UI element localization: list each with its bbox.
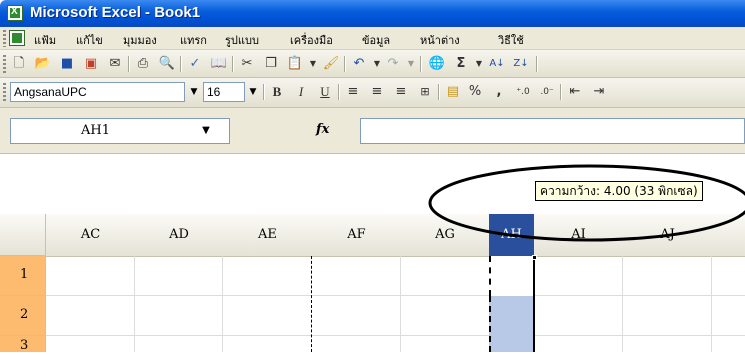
paste-icon[interactable]: 📋 <box>286 55 304 73</box>
redo-icon[interactable]: ↷ <box>384 55 402 73</box>
menu-bar: แฟ้ม แก้ไข มุมมอง แทรก รูปแบบ เครื่องมือ… <box>0 27 745 50</box>
redo-dropdown-icon[interactable]: ▼ <box>402 55 420 73</box>
column-header-next[interactable] <box>712 214 745 257</box>
gridline <box>711 256 712 352</box>
toolbar-separator <box>344 56 346 72</box>
decrease-indent-icon[interactable]: ⇤ <box>566 83 584 101</box>
increase-decimal-icon[interactable]: ⁺.0 <box>514 83 532 101</box>
column-header-ag[interactable]: AG <box>401 214 490 257</box>
menu-grip-handle[interactable] <box>3 30 6 47</box>
chevron-down-icon[interactable]: ▼ <box>247 84 259 100</box>
toolbar-separator <box>263 84 265 100</box>
autosum-icon[interactable]: Σ <box>452 55 470 73</box>
percent-button[interactable]: % <box>466 83 484 101</box>
column-header-af[interactable]: AF <box>312 214 402 257</box>
spelling-icon[interactable]: ✓ <box>186 55 204 73</box>
select-all-corner[interactable] <box>0 214 46 256</box>
print-preview-icon[interactable]: 🔍 <box>158 55 176 73</box>
chevron-down-icon[interactable]: ▼ <box>188 84 200 100</box>
column-header-ai[interactable]: AI <box>534 214 624 257</box>
bold-button[interactable]: B <box>268 83 286 101</box>
cell-ah1[interactable] <box>489 256 535 296</box>
row-header-3[interactable]: 3 <box>0 336 46 353</box>
autosum-dropdown-icon[interactable]: ▼ <box>470 55 488 73</box>
toolbar-separator <box>438 84 440 100</box>
toolbar-separator <box>536 56 538 72</box>
page-break-line <box>311 256 312 352</box>
standard-toolbar: 🗋 📂 ■ ▣ ✉ ⎙ 🔍 ✓ 📖 ✂ ❐ 📋 ▼ 🖌 ↶ ▼ ↷ ▼ 🌐 Σ … <box>0 50 745 78</box>
gridline <box>400 256 401 352</box>
toolbar-separator <box>232 56 234 72</box>
align-right-icon[interactable]: ≡ <box>392 83 410 101</box>
save-icon[interactable]: ■ <box>58 55 76 73</box>
new-icon[interactable]: 🗋 <box>10 55 28 73</box>
formatting-toolbar: AngsanaUPC ▼ 16 ▼ B I U ≡ ≡ ≡ ⊞ ▤ % , ⁺.… <box>0 78 745 108</box>
excel-app-icon[interactable] <box>7 5 23 21</box>
align-center-icon[interactable]: ≡ <box>368 83 386 101</box>
permission-icon[interactable]: ▣ <box>82 55 100 73</box>
menu-data[interactable]: ข้อมูล <box>362 31 390 49</box>
cell-ah2-selection[interactable] <box>489 296 535 352</box>
formula-input[interactable] <box>360 118 745 144</box>
font-name-box[interactable]: AngsanaUPC <box>10 82 185 102</box>
copy-icon[interactable]: ❐ <box>262 55 280 73</box>
decrease-decimal-icon[interactable]: .0⁻ <box>538 83 556 101</box>
open-icon[interactable]: 📂 <box>34 55 52 73</box>
cut-icon[interactable]: ✂ <box>238 55 256 73</box>
column-header-aj[interactable]: AJ <box>623 214 713 257</box>
toolbar-separator <box>128 56 130 72</box>
undo-icon[interactable]: ↶ <box>350 55 368 73</box>
menu-tools[interactable]: เครื่องมือ <box>290 31 333 49</box>
merge-center-icon[interactable]: ⊞ <box>416 83 434 101</box>
print-icon[interactable]: ⎙ <box>134 55 152 73</box>
font-size-box[interactable]: 16 <box>203 82 245 102</box>
toolbar-grip-handle[interactable] <box>3 55 6 73</box>
sort-descending-icon[interactable]: Z↓ <box>512 55 530 73</box>
align-left-icon[interactable]: ≡ <box>344 83 362 101</box>
menu-insert[interactable]: แทรก <box>180 31 207 49</box>
paste-dropdown-icon[interactable]: ▼ <box>304 55 322 73</box>
column-header-ah[interactable]: AH <box>489 214 535 257</box>
column-header-ae[interactable]: AE <box>223 214 313 257</box>
underline-button[interactable]: U <box>316 83 334 101</box>
workbook-icon[interactable] <box>9 30 25 46</box>
row-header-1[interactable]: 1 <box>0 256 46 296</box>
toolbar-separator <box>338 84 340 100</box>
insert-function-icon[interactable]: fx <box>316 122 329 137</box>
sort-ascending-icon[interactable]: A↓ <box>488 55 506 73</box>
email-icon[interactable]: ✉ <box>106 55 124 73</box>
increase-indent-icon[interactable]: ⇥ <box>590 83 608 101</box>
currency-icon[interactable]: ▤ <box>444 83 462 101</box>
toolbar-separator <box>560 84 562 100</box>
menu-view[interactable]: มุมมอง <box>123 31 157 49</box>
format-painter-icon[interactable]: 🖌 <box>322 55 340 73</box>
comma-button[interactable]: , <box>490 83 508 101</box>
menu-help[interactable]: วิธีใช้ <box>498 31 524 49</box>
title-bar: Microsoft Excel - Book1 <box>0 0 745 27</box>
hyperlink-icon[interactable]: 🌐 <box>428 55 446 73</box>
chevron-down-icon[interactable]: ▼ <box>196 122 216 140</box>
toolbar-grip-handle[interactable] <box>3 83 6 101</box>
formula-bar: AH1 ▼ fx <box>0 108 745 154</box>
column-header-ad[interactable]: AD <box>135 214 224 257</box>
gridline <box>46 335 745 336</box>
menu-file[interactable]: แฟ้ม <box>34 31 56 49</box>
menu-window[interactable]: หน้าต่าง <box>420 31 460 49</box>
window-title: Microsoft Excel - Book1 <box>30 4 201 21</box>
menu-edit[interactable]: แก้ไข <box>76 31 103 49</box>
research-icon[interactable]: 📖 <box>210 55 228 73</box>
row-header-2[interactable]: 2 <box>0 296 46 336</box>
fill-handle[interactable] <box>532 255 537 260</box>
gridline <box>222 256 223 352</box>
gridline <box>46 295 745 296</box>
gridline <box>622 256 623 352</box>
toolbar-separator <box>420 56 422 72</box>
column-header-ac[interactable]: AC <box>46 214 136 257</box>
italic-button[interactable]: I <box>292 83 310 101</box>
toolbar-separator <box>180 56 182 72</box>
gridline <box>134 256 135 352</box>
column-width-tooltip: ความกว้าง: 4.00 (33 พิกเซล) <box>535 181 703 201</box>
menu-format[interactable]: รูปแบบ <box>225 31 259 49</box>
